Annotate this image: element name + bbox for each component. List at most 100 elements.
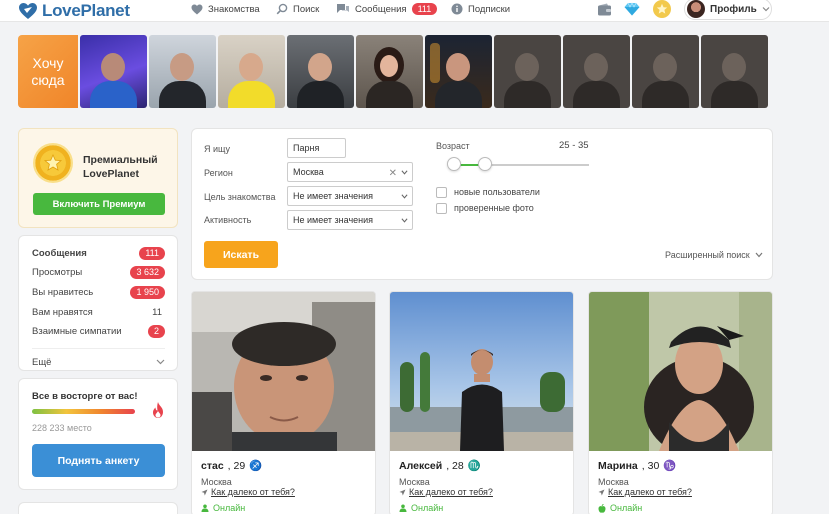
stat-you-liked[interactable]: Вы нравитесь 1 950 (32, 285, 165, 299)
looking-for-value: Парня (293, 143, 320, 153)
enable-premium-button[interactable]: Включить Премиум (33, 193, 165, 215)
new-users-checkbox-row[interactable]: новые пользователи (436, 186, 540, 198)
strip-photo-7[interactable] (494, 35, 561, 108)
profile-label: Профиль (710, 3, 757, 15)
profile-card[interactable]: Алексей, 28 ♏ Москва Как далеко от тебя?… (389, 291, 574, 514)
wallet-button[interactable] (596, 1, 612, 17)
profile-photo[interactable] (390, 292, 573, 451)
zodiac-icon: ♐ (249, 460, 263, 472)
looking-for-label: Я ищу (204, 144, 231, 154)
strip-photo-6[interactable] (425, 35, 492, 108)
distance-link-text: Как далеко от тебя? (409, 487, 493, 497)
bottom-card (18, 502, 178, 514)
nav-subscriptions[interactable]: Подписки (451, 0, 510, 18)
profile-photo-image (589, 292, 772, 451)
strip-photo-2[interactable] (149, 35, 216, 108)
verified-photo-checkbox-row[interactable]: проверенные фото (436, 202, 534, 214)
messages-count-badge: 111 (411, 3, 438, 15)
age-max-handle[interactable] (478, 157, 492, 171)
stats-card: Сообщения 111 Просмотры 3 632 Вы нравите… (18, 235, 178, 371)
more-toggle[interactable]: Ещё (32, 355, 165, 369)
stat-mutual[interactable]: Взаимные симпатии 2 (32, 324, 165, 338)
chevron-down-icon (401, 170, 408, 175)
strip-photo-4[interactable] (287, 35, 354, 108)
goal-label: Цель знакомства (204, 192, 276, 202)
profile-name-text: Марина (598, 459, 638, 472)
profile-card[interactable]: стас, 29 ♐ Москва Как далеко от тебя? Он… (191, 291, 376, 514)
fire-icon (153, 402, 163, 418)
apple-icon (598, 503, 606, 513)
star-button[interactable] (653, 0, 671, 18)
advanced-search-label: Расширенный поиск (665, 250, 750, 260)
distance-link[interactable]: Как далеко от тебя? (399, 487, 493, 497)
profile-age: , 28 (446, 459, 464, 472)
advanced-search-link[interactable]: Расширенный поиск (665, 250, 763, 260)
zodiac-icon: ♑ (663, 460, 677, 472)
stat-badge: 1 950 (130, 285, 165, 299)
want-here-strip: Хочу сюда (18, 35, 778, 108)
chevron-down-icon (156, 359, 165, 365)
online-status-text: Онлайн (610, 503, 643, 513)
popularity-bar (32, 409, 135, 414)
logo[interactable]: LovePlanet (18, 0, 130, 22)
verified-photo-label: проверенные фото (454, 203, 534, 213)
search-icon (276, 3, 288, 15)
nav-dating-label: Знакомства (208, 3, 260, 15)
profile-city: Москва (598, 477, 629, 487)
diamond-button[interactable] (624, 1, 640, 17)
strip-photo-10[interactable] (701, 35, 768, 108)
popularity-title: Все в восторге от вас! (32, 391, 138, 402)
nav-dating[interactable]: Знакомства (191, 0, 260, 18)
stat-label: Просмотры (32, 266, 83, 278)
profile-city: Москва (201, 477, 232, 487)
search-button[interactable]: Искать (204, 241, 278, 268)
looking-for-field[interactable]: Парня (287, 138, 346, 158)
region-label: Регион (204, 168, 233, 178)
profile-photo[interactable] (192, 292, 375, 451)
new-users-label: новые пользователи (454, 187, 540, 197)
raise-profile-button[interactable]: Поднять анкету (32, 444, 165, 477)
clear-icon[interactable]: ✕ (389, 168, 397, 179)
age-min-handle[interactable] (447, 157, 461, 171)
profile-card[interactable]: Марина, 30 ♑ Москва Как далеко от тебя? … (588, 291, 773, 514)
activity-value: Не имеет значения (293, 215, 374, 225)
strip-photo-3[interactable] (218, 35, 285, 108)
wallet-icon (597, 3, 611, 15)
verified-photo-checkbox[interactable] (436, 202, 447, 214)
online-status: Онлайн (201, 503, 245, 513)
region-select[interactable]: Москва ✕ (287, 162, 413, 182)
nav-messages-label: Сообщения (355, 3, 407, 15)
stat-you-like[interactable]: Вам нравятся 11 (32, 305, 165, 319)
goal-value: Не имеет значения (293, 191, 374, 201)
profile-name-text: стас (201, 459, 224, 472)
new-users-checkbox[interactable] (436, 186, 447, 198)
stat-messages[interactable]: Сообщения 111 (32, 246, 165, 260)
profile-name: Алексей, 28 ♏ (399, 459, 481, 473)
logo-text: LovePlanet (42, 1, 130, 20)
strip-photo-9[interactable] (632, 35, 699, 108)
top-bar: LovePlanet Знакомства Поиск Сообщения 11… (0, 0, 829, 22)
region-value: Москва (293, 167, 324, 177)
stat-views[interactable]: Просмотры 3 632 (32, 265, 165, 279)
profile-age: , 30 (641, 459, 660, 472)
location-arrow-icon (201, 489, 208, 495)
want-here-button[interactable]: Хочу сюда (18, 35, 78, 108)
stat-value: 11 (152, 306, 162, 318)
online-status: Онлайн (399, 503, 443, 513)
profile-button[interactable]: Профиль (684, 0, 772, 20)
goal-select[interactable]: Не имеет значения (287, 186, 413, 206)
activity-select[interactable]: Не имеет значения (287, 210, 413, 230)
strip-photo-5[interactable] (356, 35, 423, 108)
strip-photo-1[interactable] (80, 35, 147, 108)
age-label: Возраст (436, 141, 470, 151)
distance-link[interactable]: Как далеко от тебя? (598, 487, 692, 497)
more-label: Ещё (32, 356, 52, 368)
distance-link[interactable]: Как далеко от тебя? (201, 487, 295, 497)
nav-search[interactable]: Поиск (276, 0, 319, 18)
nav-messages[interactable]: Сообщения 111 (336, 0, 438, 18)
location-arrow-icon (598, 489, 605, 495)
messages-icon (337, 4, 349, 13)
profile-photo-image (390, 292, 573, 451)
strip-photo-8[interactable] (563, 35, 630, 108)
profile-photo[interactable] (589, 292, 772, 451)
